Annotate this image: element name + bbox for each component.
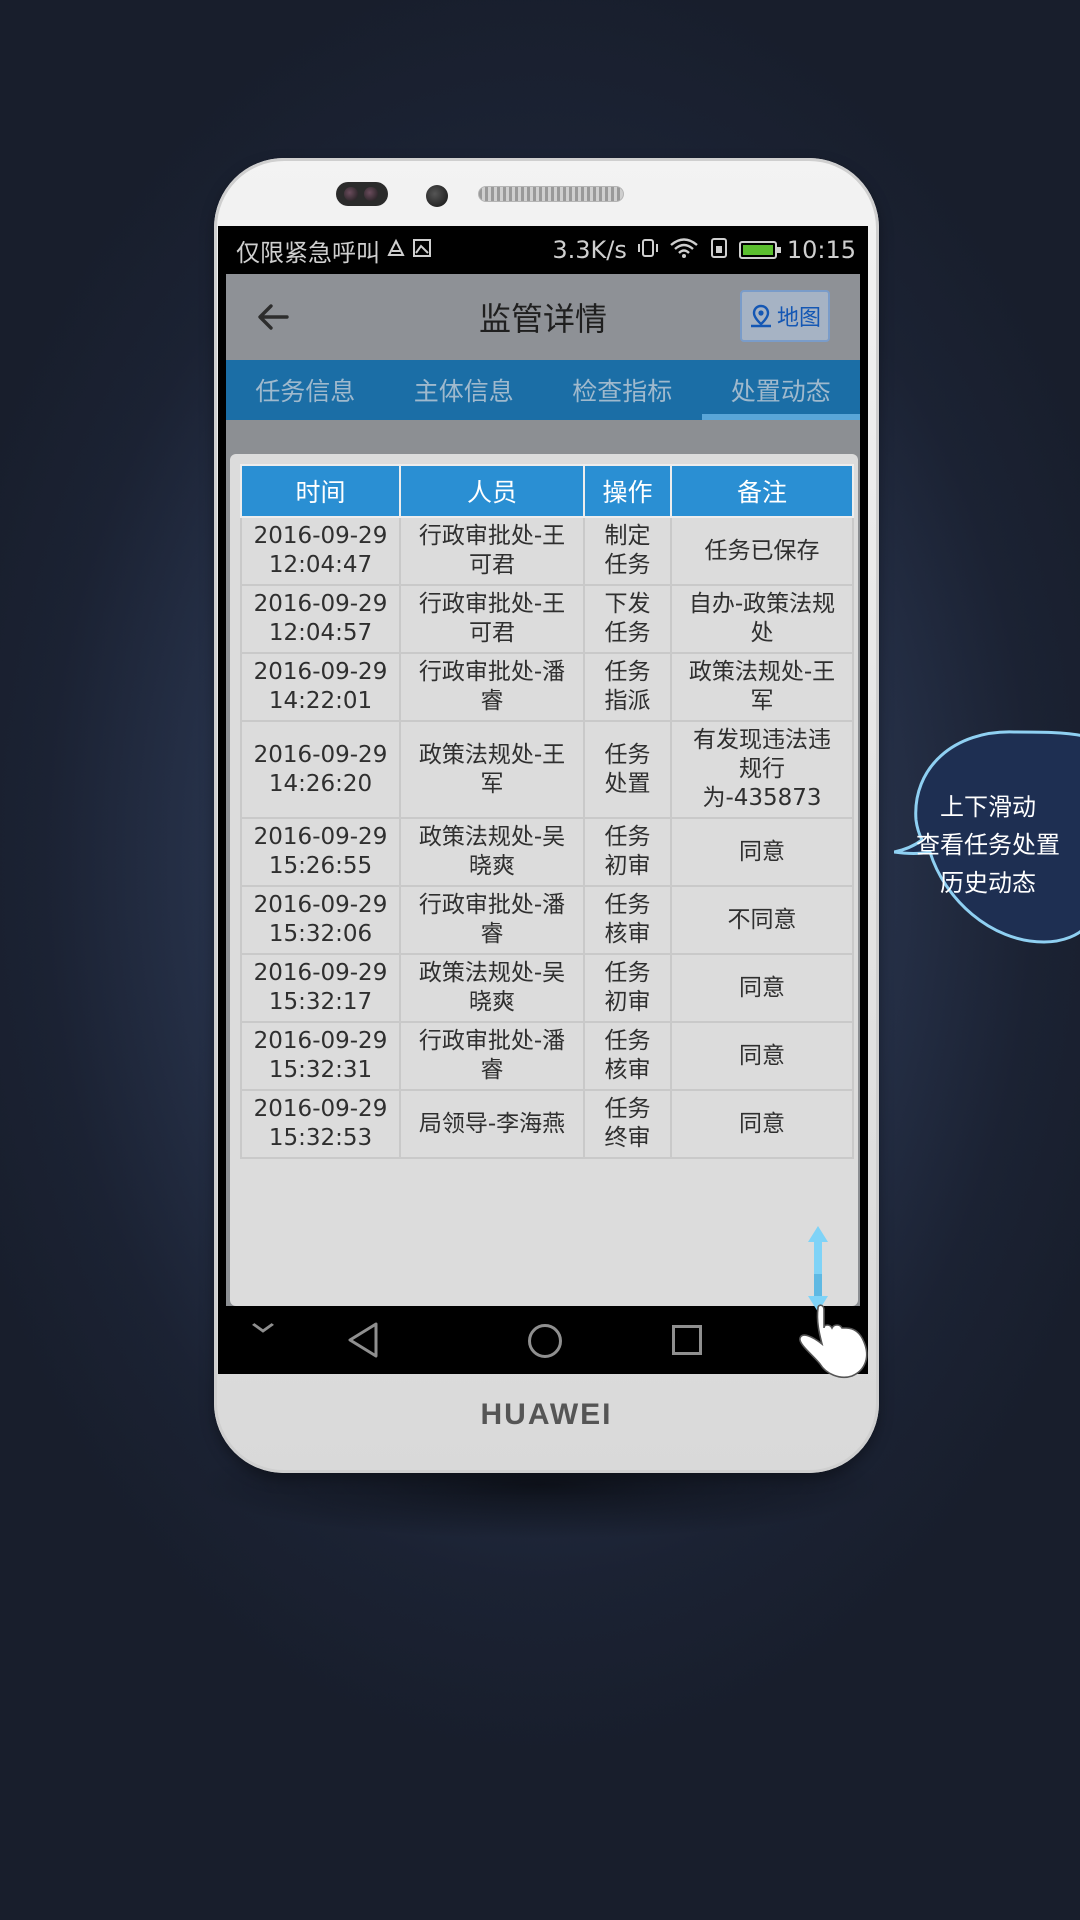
table-row: 2016-09-29 15:32:17 政策法规处-吴 晓爽 任务 初审 同意	[240, 953, 854, 1023]
navigation-bar	[218, 1306, 868, 1374]
hide-navbar-icon[interactable]	[250, 1322, 275, 1334]
table-row: 2016-09-29 14:26:20 政策法规处-王 军任务 处置 有发现违法违 …	[240, 720, 854, 819]
map-button-label: 地图	[776, 306, 821, 331]
wifi-icon	[669, 237, 699, 264]
cell-time: 2016-09-29 12:04:57	[240, 584, 401, 654]
map-pin-icon	[750, 304, 771, 328]
cell-operation: 制定 任务	[583, 516, 672, 586]
column-header-operation: 操作	[583, 464, 672, 518]
cell-note: 同意	[670, 953, 854, 1023]
carrier-text: 仅限紧急呼叫	[236, 238, 380, 267]
cell-person: 政策法规处-王 军	[399, 720, 585, 819]
cell-time: 2016-09-29 14:26:20	[240, 720, 401, 819]
tab-subject-info[interactable]: 主体信息	[385, 360, 544, 420]
cell-note: 同意	[670, 1021, 854, 1091]
tab-label: 任务信息	[255, 377, 356, 406]
brand-logo: HUAWEI	[480, 1398, 613, 1431]
cell-operation: 任务 核审	[583, 1021, 672, 1091]
cell-operation: 任务 初审	[583, 953, 672, 1023]
cell-person: 政策法规处-吴 晓爽	[399, 953, 585, 1023]
tab-label: 主体信息	[413, 377, 514, 406]
swipe-gesture-icon	[799, 1226, 868, 1379]
nav-back-icon[interactable]	[338, 1316, 388, 1364]
column-header-time: 时间	[240, 464, 401, 518]
callout-line: 上下滑动	[940, 793, 1036, 821]
table-row: 2016-09-29 12:04:47 行政审批处-王 可君 制定 任务 任务已保存	[240, 516, 854, 586]
proximity-sensor	[336, 182, 388, 206]
callout-line: 历史动态	[940, 869, 1036, 897]
history-table-card[interactable]: 时间 人员 操作 备注 2016-09-29 12:04:47 行政审批处-王 可…	[230, 454, 858, 1306]
cell-person: 行政审批处-潘 睿	[399, 885, 585, 955]
battery-icon	[738, 241, 781, 259]
cell-operation: 任务 终审	[583, 1089, 672, 1159]
callout-line: 查看任务处置	[916, 831, 1060, 859]
cell-note: 有发现违法违 规行 为-435873	[670, 720, 854, 819]
nav-home-icon[interactable]	[528, 1324, 562, 1358]
sim-card-icon	[709, 237, 729, 264]
cell-time: 2016-09-29 12:04:47	[240, 516, 401, 586]
column-header-note: 备注	[670, 464, 854, 518]
cell-note: 同意	[670, 1089, 854, 1159]
cell-operation: 任务 指派	[583, 652, 672, 722]
map-button[interactable]: 地图	[740, 290, 830, 342]
table-row: 2016-09-29 15:32:06 行政审批处-潘 睿任务 核审 不同意	[240, 885, 854, 955]
table-header-row: 时间 人员 操作 备注	[240, 464, 854, 518]
column-header-person: 人员	[399, 464, 585, 518]
cell-person: 行政审批处-潘 睿	[399, 1021, 585, 1091]
cell-note: 政策法规处-王 军	[670, 652, 854, 722]
tab-inspection-indicators[interactable]: 检查指标	[543, 360, 702, 420]
cell-person: 行政审批处-王 可君	[399, 516, 585, 586]
callout-text: 上下滑动 查看任务处置 历史动态	[898, 788, 1078, 902]
earpiece-speaker	[478, 186, 624, 202]
cell-time: 2016-09-29 15:32:06	[240, 885, 401, 955]
clock: 10:15	[786, 236, 856, 264]
phone-screen: 仅限紧急呼叫 3.3K/s 10:15 监管详情 地图 任务信息 主体信息 检查…	[218, 226, 868, 1374]
cell-person: 政策法规处-吴 晓爽	[399, 817, 585, 887]
status-bar: 仅限紧急呼叫 3.3K/s 10:15	[218, 226, 868, 274]
tab-disposal-status[interactable]: 处置动态	[701, 360, 861, 420]
sim-icon	[386, 238, 406, 263]
tab-bar: 任务信息 主体信息 检查指标 处置动态	[226, 360, 860, 420]
network-speed: 3.3K/s	[552, 236, 627, 264]
table-row: 2016-09-29 15:32:53 局领导-李海燕 任务 终审 同意	[240, 1089, 854, 1159]
cell-person: 行政审批处-王 可君	[399, 584, 585, 654]
cell-operation: 任务 核审	[583, 885, 672, 955]
tab-task-info[interactable]: 任务信息	[226, 360, 385, 420]
cell-note: 不同意	[670, 885, 854, 955]
tab-label: 处置动态	[730, 377, 831, 406]
table-row: 2016-09-29 12:04:57 行政审批处-王 可君 下发 任务 自办-政策法…	[240, 584, 854, 654]
history-table: 时间 人员 操作 备注 2016-09-29 12:04:47 行政审批处-王 可…	[240, 464, 854, 1159]
cell-note: 自办-政策法规 处	[670, 584, 854, 654]
cell-operation: 任务 初审	[583, 817, 672, 887]
vibrate-icon	[637, 237, 659, 264]
table-row: 2016-09-29 15:32:31 行政审批处-潘 睿任务 核审 同意	[240, 1021, 854, 1091]
tab-label: 检查指标	[572, 377, 673, 406]
cell-time: 2016-09-29 14:22:01	[240, 652, 401, 722]
front-camera-icon	[426, 185, 448, 207]
cell-operation: 任务 处置	[583, 720, 672, 819]
nav-recent-apps-icon[interactable]	[672, 1325, 702, 1355]
app-header: 监管详情 地图	[226, 274, 860, 360]
cell-time: 2016-09-29 15:32:53	[240, 1089, 401, 1159]
cell-time: 2016-09-29 15:26:55	[240, 817, 401, 887]
cell-person: 局领导-李海燕	[399, 1089, 585, 1159]
cell-person: 行政审批处-潘 睿	[399, 652, 585, 722]
cell-note: 同意	[670, 817, 854, 887]
cell-operation: 下发 任务	[583, 584, 672, 654]
image-notification-icon	[412, 238, 432, 263]
cell-note: 任务已保存	[670, 516, 854, 586]
table-row: 2016-09-29 14:22:01 行政审批处-潘 睿任务 指派 政策法规处-王…	[240, 652, 854, 722]
cell-time: 2016-09-29 15:32:31	[240, 1021, 401, 1091]
cell-time: 2016-09-29 15:32:17	[240, 953, 401, 1023]
table-row: 2016-09-29 15:26:55 政策法规处-吴 晓爽 任务 初审 同意	[240, 817, 854, 887]
